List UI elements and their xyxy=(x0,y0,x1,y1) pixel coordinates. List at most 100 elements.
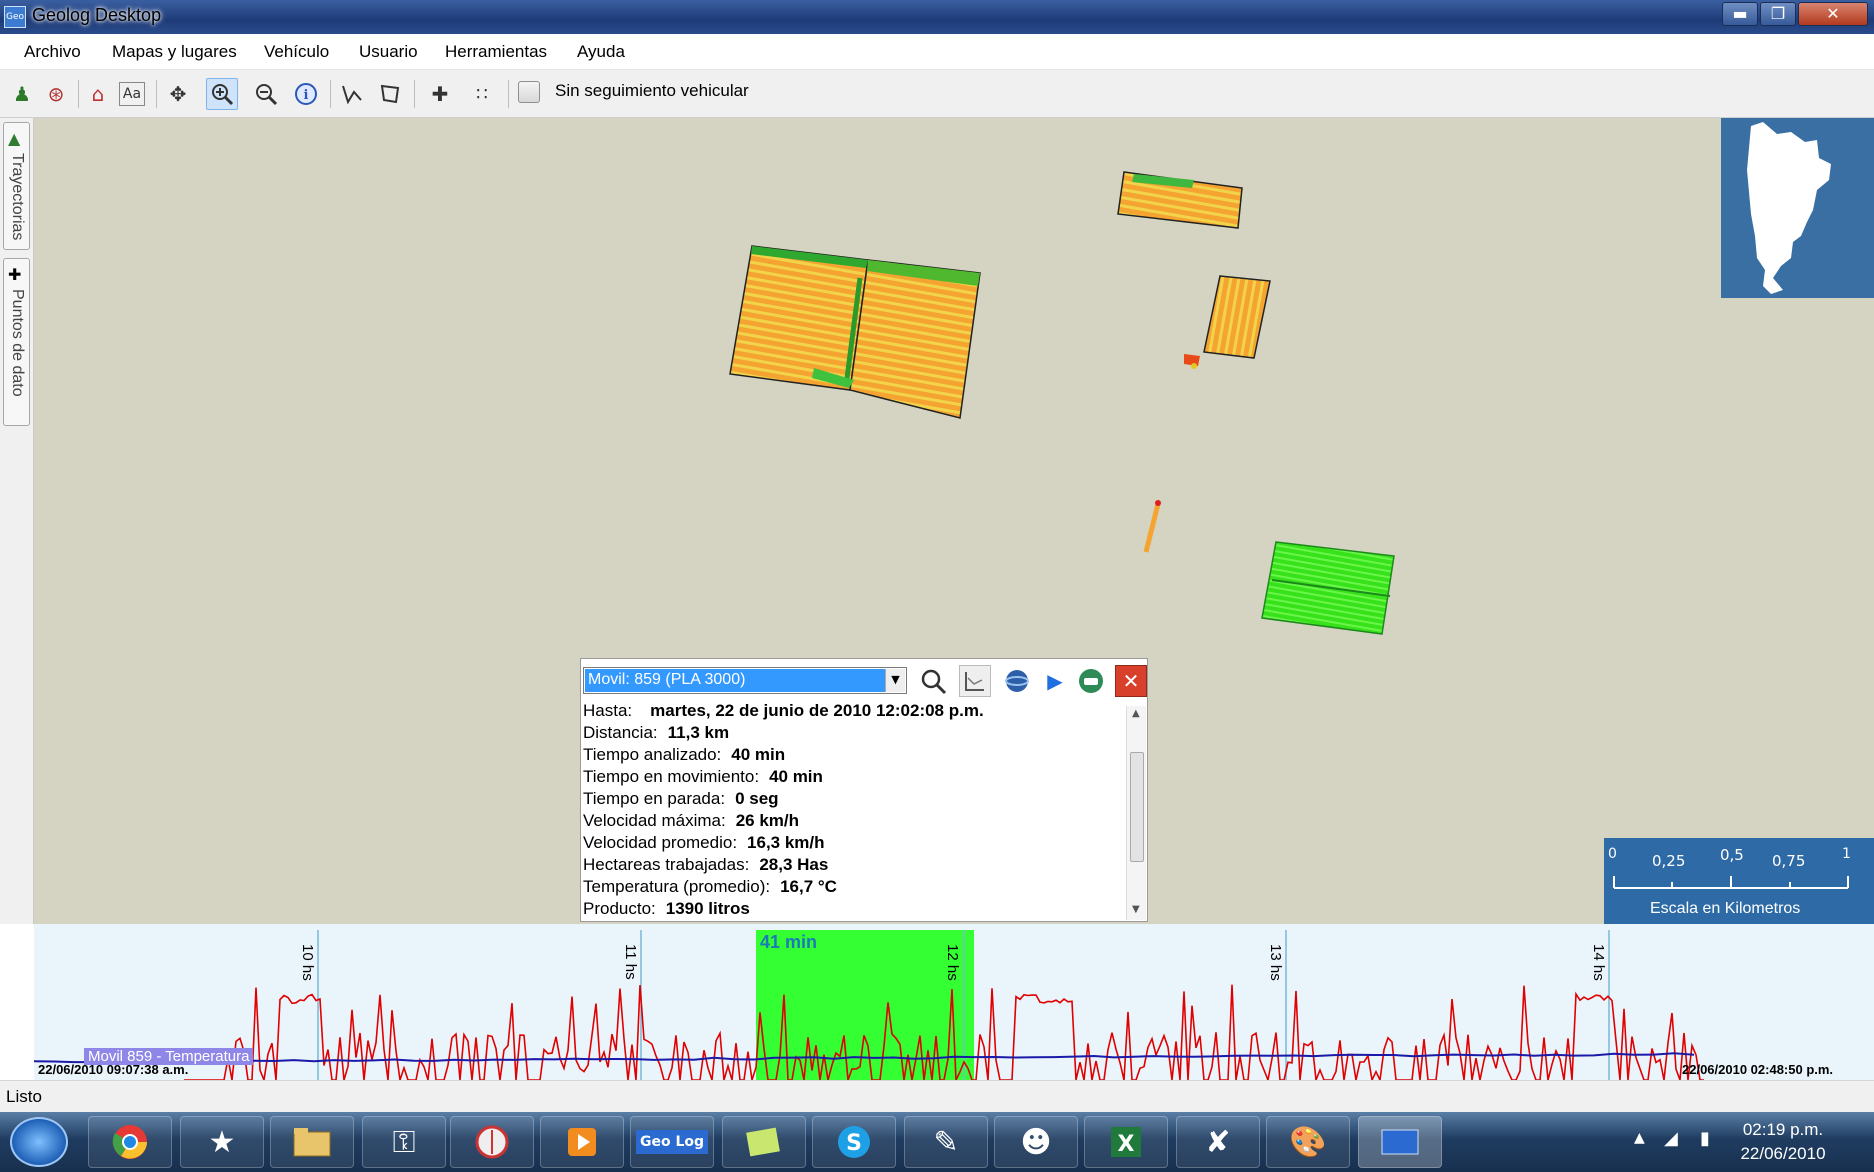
timeline-chart[interactable]: 10 hs 11 hs 12 hs 13 hs 14 hs 41 min Mov… xyxy=(34,924,1874,1080)
info-label: Tiempo analizado: xyxy=(583,745,722,764)
signal-icon[interactable]: ◢ xyxy=(1664,1128,1678,1149)
info-value: 16,7 °C xyxy=(780,877,837,896)
taskbar: ★ ⚿ Geo Log S ✎ ☻ X ✘ 🎨 ▲ ◢ ▮ xyxy=(0,1112,1874,1172)
hour-label: 14 hs xyxy=(1590,944,1607,981)
media-player-icon[interactable] xyxy=(540,1116,624,1168)
zoom-in-icon[interactable] xyxy=(206,78,238,110)
tab-puntos-de-dato[interactable]: ✚ Puntos de dato xyxy=(3,258,30,426)
info-label: Velocidad máxima: xyxy=(583,811,726,830)
minimize-button[interactable]: ▬ xyxy=(1722,2,1758,26)
toolbar-separator xyxy=(78,80,79,108)
user-location-icon[interactable]: ♟ xyxy=(6,78,38,110)
title-bar: Geo Geolog Desktop ▬ ❐ ✕ xyxy=(0,0,1874,34)
polyline-icon[interactable] xyxy=(336,78,368,110)
map-scale: 0 0,25 0,5 0,75 1 Escala en Kilometros xyxy=(1604,838,1874,924)
compass-icon[interactable] xyxy=(450,1116,534,1168)
info-label: Distancia: xyxy=(583,723,658,742)
field-3 xyxy=(1184,275,1271,369)
hour-label: 13 hs xyxy=(1267,944,1284,981)
menu-usuario[interactable]: Usuario xyxy=(359,42,418,62)
globe-icon[interactable] xyxy=(1001,665,1033,697)
notepad-icon[interactable]: ✎ xyxy=(904,1116,988,1168)
power-icon[interactable]: ▮ xyxy=(1700,1128,1710,1149)
skype-icon[interactable]: S xyxy=(812,1116,896,1168)
geolog-active-icon[interactable] xyxy=(1358,1116,1442,1168)
scale-caption: Escala en Kilometros xyxy=(1650,900,1801,917)
menu-mapas[interactable]: Mapas y lugares xyxy=(112,42,237,62)
tool-icon[interactable]: ✘ xyxy=(1176,1116,1260,1168)
lock-icon[interactable]: ⚿ xyxy=(362,1116,446,1168)
tab-puntos-label: Puntos de dato xyxy=(9,289,26,397)
zoom-extent-icon[interactable] xyxy=(917,665,949,697)
text-tool-icon[interactable]: Aa xyxy=(119,82,145,106)
clock-date: 22/06/2010 xyxy=(1740,1144,1826,1163)
svg-text:i: i xyxy=(304,88,309,103)
info-value: 40 min xyxy=(731,745,786,764)
timeline-start-time: 22/06/2010 09:07:38 a.m. xyxy=(38,1062,189,1077)
grid-point-icon[interactable]: ∷ xyxy=(466,78,498,110)
info-value: 11,3 km xyxy=(667,723,730,742)
play-icon[interactable]: ▶ xyxy=(1039,665,1071,697)
menu-herramientas[interactable]: Herramientas xyxy=(445,42,547,62)
side-tab-strip: ▲ Trayectorias ✚ Puntos de dato xyxy=(0,118,34,924)
crosshair-icon: ✚ xyxy=(8,265,22,284)
hour-label: 10 hs xyxy=(299,944,316,981)
scale-tick-label: 0,75 xyxy=(1772,852,1806,870)
tray-arrow-icon[interactable]: ▲ xyxy=(1634,1130,1645,1146)
paint-icon[interactable]: 🎨 xyxy=(1266,1116,1350,1168)
network-icon[interactable]: ★ xyxy=(180,1116,264,1168)
messenger-icon[interactable]: ☻ xyxy=(994,1116,1078,1168)
vehicle-icon[interactable] xyxy=(1075,665,1107,697)
crosshair-icon[interactable]: ✚ xyxy=(424,78,456,110)
notes-icon[interactable] xyxy=(722,1116,806,1168)
info-label: Tiempo en movimiento: xyxy=(583,767,760,786)
info-icon[interactable]: i xyxy=(290,78,322,110)
maximize-button[interactable]: ❐ xyxy=(1760,2,1796,26)
menu-vehiculo[interactable]: Vehículo xyxy=(264,42,329,62)
vehicle-select[interactable]: Movil: 859 (PLA 3000) ▼ xyxy=(583,667,907,694)
close-panel-button[interactable]: ✕ xyxy=(1115,665,1147,697)
panel-scrollbar[interactable]: ▲ ▼ xyxy=(1126,706,1146,920)
house-icon[interactable]: ⌂ xyxy=(82,78,114,110)
chevron-down-icon[interactable]: ▼ xyxy=(885,669,905,692)
vehicle-select-value: Movil: 859 (PLA 3000) xyxy=(585,669,885,692)
excel-icon[interactable]: X xyxy=(1084,1116,1168,1168)
toolbar: ♟ ⊛ ⌂ Aa ✥ i ✚ ∷ xyxy=(0,70,1874,118)
overview-minimap[interactable] xyxy=(1721,118,1874,298)
pan-icon[interactable]: ✥ xyxy=(162,78,194,110)
folder-icon[interactable] xyxy=(270,1116,354,1168)
field-4 xyxy=(1261,541,1395,635)
antenna-icon[interactable]: ⊛ xyxy=(40,78,72,110)
trip-summary-panel: Movil: 859 (PLA 3000) ▼ ▶ ✕ Hasta: martes… xyxy=(580,658,1148,922)
info-value: 16,3 km/h xyxy=(747,833,825,852)
info-value: 1390 litros xyxy=(665,899,750,918)
geolog-icon[interactable]: Geo Log xyxy=(630,1116,714,1168)
tracking-checkbox-label[interactable]: Sin seguimiento vehicular xyxy=(555,81,749,101)
tracking-checkbox[interactable] xyxy=(518,81,540,103)
scale-tick-label: 0,5 xyxy=(1720,846,1744,864)
scroll-thumb[interactable] xyxy=(1130,752,1144,862)
info-value: 26 km/h xyxy=(735,811,799,830)
info-row: Temperatura (promedio): 16,7 °C xyxy=(583,877,837,897)
field-2 xyxy=(1117,171,1243,229)
tab-trayectorias[interactable]: ▲ Trayectorias xyxy=(3,122,30,250)
zoom-out-icon[interactable] xyxy=(250,78,282,110)
chart-icon[interactable] xyxy=(959,665,991,697)
scroll-up-icon[interactable]: ▲ xyxy=(1132,708,1140,719)
taskbar-clock[interactable]: 02:19 p.m. 22/06/2010 xyxy=(1728,1118,1838,1166)
close-button[interactable]: ✕ xyxy=(1798,2,1868,26)
polygon-icon[interactable] xyxy=(374,78,406,110)
scale-tick-label: 0 xyxy=(1608,846,1617,862)
start-button[interactable] xyxy=(10,1117,68,1167)
info-label: Hasta: xyxy=(583,701,633,720)
chrome-icon[interactable] xyxy=(88,1116,172,1168)
scroll-down-icon[interactable]: ▼ xyxy=(1132,904,1140,915)
menu-archivo[interactable]: Archivo xyxy=(24,42,81,62)
toolbar-separator xyxy=(508,80,509,108)
toolbar-separator xyxy=(156,80,157,108)
menu-ayuda[interactable]: Ayuda xyxy=(577,42,625,62)
info-value: martes, 22 de junio de 2010 12:02:08 p.m… xyxy=(650,701,984,720)
track-line xyxy=(1143,503,1161,553)
toolbar-separator xyxy=(414,80,415,108)
mountain-icon: ▲ xyxy=(8,129,21,148)
